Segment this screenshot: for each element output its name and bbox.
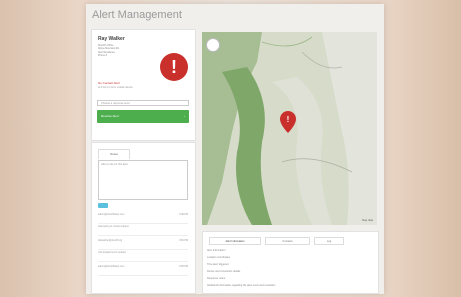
chevron-right-icon: › [184, 114, 185, 118]
resolve-alert-button[interactable]: Resolve Alert › [97, 110, 189, 123]
response-level-select[interactable]: Choose a response level [97, 100, 189, 106]
note-entry-text: Unit dispatched to location [98, 251, 188, 262]
alert-status-detail: at 3:42 pm from mobile device [98, 86, 133, 89]
tab-alert-information[interactable]: Alert Information [209, 237, 261, 245]
subject-address: Sheriff's Office Alpine Mountain Rd. Ale… [98, 44, 120, 58]
notes-card: Notes Add a note for this alert admin@sh… [91, 142, 196, 294]
info-line: Time alert triggered [207, 263, 229, 266]
info-line: Location coordinates [207, 256, 231, 259]
svg-text:!: ! [287, 115, 290, 124]
note-entry: admin@sheriffsdept.com 3:55 PM [98, 265, 188, 276]
tab-contacts[interactable]: Contacts [265, 237, 310, 245]
alert-status: No Contact Alert [98, 81, 120, 85]
app-frame: Alert Management Ray Walker Sheriff's Of… [86, 4, 384, 294]
subject-name: Ray Walker [98, 36, 125, 42]
note-entry: admin@sheriffsdept.com 3:48 PM [98, 213, 188, 224]
note-entry: dispatcher@sheriff.org 3:52 PM [98, 239, 188, 250]
note-entry-text: Attempting to contact subject [98, 225, 188, 236]
zoom-control[interactable] [206, 38, 220, 52]
page-title: Alert Management [92, 9, 182, 21]
map-attribution: Map data [362, 219, 373, 222]
info-line: Response notes [207, 277, 226, 280]
tab-notes[interactable]: Notes [98, 149, 130, 159]
info-line: Device and connection details [207, 270, 241, 273]
save-note-button[interactable] [98, 203, 108, 208]
alert-info-card: Alert Information Contacts Log Alert Inf… [202, 231, 379, 294]
note-textarea[interactable]: Add a note for this alert [98, 160, 188, 200]
info-line: Additional information regarding the ale… [207, 284, 276, 287]
tab-log[interactable]: Log [314, 237, 344, 245]
map-view[interactable]: ! Map data [202, 32, 377, 225]
alert-card: Ray Walker Sheriff's Office Alpine Mount… [91, 29, 196, 141]
location-pin-icon[interactable]: ! [280, 111, 296, 138]
info-line: Alert Information [207, 249, 226, 252]
exclamation-icon: ! [160, 53, 188, 81]
